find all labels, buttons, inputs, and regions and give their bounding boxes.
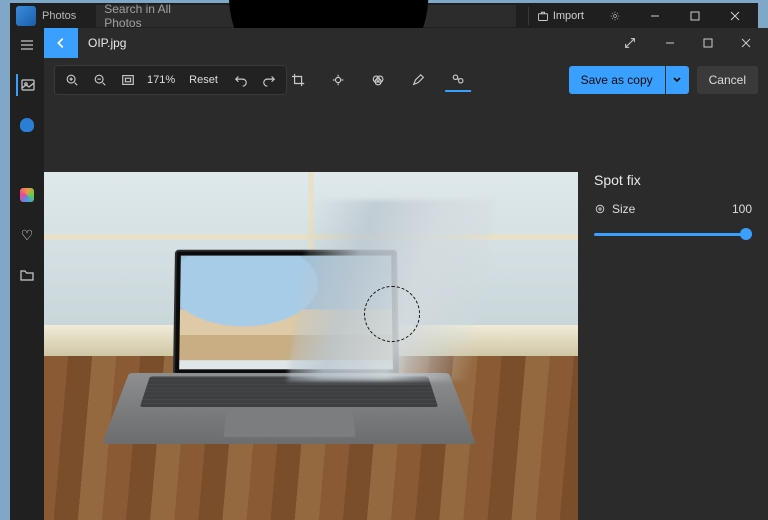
retouch-tool[interactable] — [445, 68, 471, 92]
import-label: Import — [553, 10, 584, 22]
edited-photo — [44, 172, 578, 520]
nav-onedrive[interactable] — [16, 114, 38, 136]
filter-tool[interactable] — [365, 68, 391, 92]
close-button[interactable] — [718, 5, 752, 27]
slider-thumb[interactable] — [740, 228, 752, 240]
photos-app-title: Photos — [42, 10, 76, 22]
chevron-down-icon — [672, 75, 682, 85]
maximize-button[interactable] — [678, 5, 712, 27]
size-value: 100 — [732, 202, 752, 216]
redo-icon — [262, 73, 276, 87]
photos-app-icon — [16, 6, 36, 26]
spot-fix-cursor — [364, 286, 420, 342]
zoom-out-icon — [93, 73, 107, 87]
reset-zoom-button[interactable]: Reset — [181, 70, 226, 90]
diagonal-arrows-icon — [623, 36, 637, 50]
zoom-in-icon — [65, 73, 79, 87]
arrow-left-icon — [54, 36, 68, 50]
undo-button[interactable] — [228, 68, 254, 92]
editor-titlebar: OIP.jpg — [44, 28, 768, 58]
back-button[interactable] — [44, 28, 78, 58]
undo-icon — [234, 73, 248, 87]
retouch-icon — [451, 72, 465, 86]
nav-all-photos[interactable] — [16, 74, 38, 96]
markup-tool[interactable] — [405, 68, 431, 92]
zoom-value: 171% — [143, 74, 179, 86]
editor-close-button[interactable] — [728, 28, 764, 58]
zoom-out-button[interactable] — [87, 68, 113, 92]
hamburger-menu-button[interactable] — [16, 34, 38, 56]
fit-icon — [121, 73, 135, 87]
cloud-icon — [20, 118, 34, 132]
save-label: Save as copy — [569, 66, 665, 94]
nav-collections[interactable] — [16, 184, 38, 206]
redo-button[interactable] — [256, 68, 282, 92]
photos-main-window-titlebar: Photos Search in All Photos Import — [10, 3, 758, 28]
left-nav-rail: ♡ — [10, 28, 44, 520]
color-squares-icon — [20, 188, 34, 202]
editor-minimize-button[interactable] — [652, 28, 688, 58]
filename-label: OIP.jpg — [88, 36, 126, 50]
adjust-icon — [331, 73, 345, 87]
search-input[interactable]: Search in All Photos — [96, 5, 516, 27]
editor-toolbar: 171% Reset Save as copy Cancel — [44, 58, 768, 102]
save-dropdown-button[interactable] — [665, 66, 689, 94]
size-slider[interactable] — [594, 226, 752, 242]
import-icon — [537, 10, 549, 22]
nav-favorites[interactable]: ♡ — [16, 224, 38, 246]
zoom-group: 171% Reset — [54, 65, 287, 95]
editor-maximize-button[interactable] — [690, 28, 726, 58]
settings-button[interactable] — [598, 5, 632, 27]
adjust-tool[interactable] — [325, 68, 351, 92]
save-as-copy-button[interactable]: Save as copy — [569, 66, 689, 94]
size-label: Size — [612, 202, 635, 216]
nav-folders[interactable] — [16, 264, 38, 286]
filter-icon — [371, 73, 385, 87]
crop-tool[interactable] — [285, 68, 311, 92]
search-placeholder: Search in All Photos — [104, 2, 189, 30]
image-canvas-area[interactable] — [44, 102, 578, 520]
fit-to-window-button[interactable] — [115, 68, 141, 92]
zoom-in-button[interactable] — [59, 68, 85, 92]
size-target-icon — [594, 203, 606, 215]
panel-title: Spot fix — [594, 172, 752, 188]
import-button[interactable]: Import — [528, 7, 592, 25]
gear-icon — [610, 11, 620, 21]
crop-icon — [291, 73, 305, 87]
fullscreen-button[interactable] — [610, 36, 650, 50]
minimize-button[interactable] — [638, 5, 672, 27]
heart-icon: ♡ — [21, 227, 34, 244]
cancel-button[interactable]: Cancel — [697, 66, 758, 94]
edit-tool-tabs — [285, 68, 471, 92]
markup-icon — [411, 73, 425, 87]
spot-fix-panel: Spot fix Size 100 — [578, 102, 768, 520]
editor-window: ♡ OIP.jpg 171% Reset — [10, 28, 768, 520]
